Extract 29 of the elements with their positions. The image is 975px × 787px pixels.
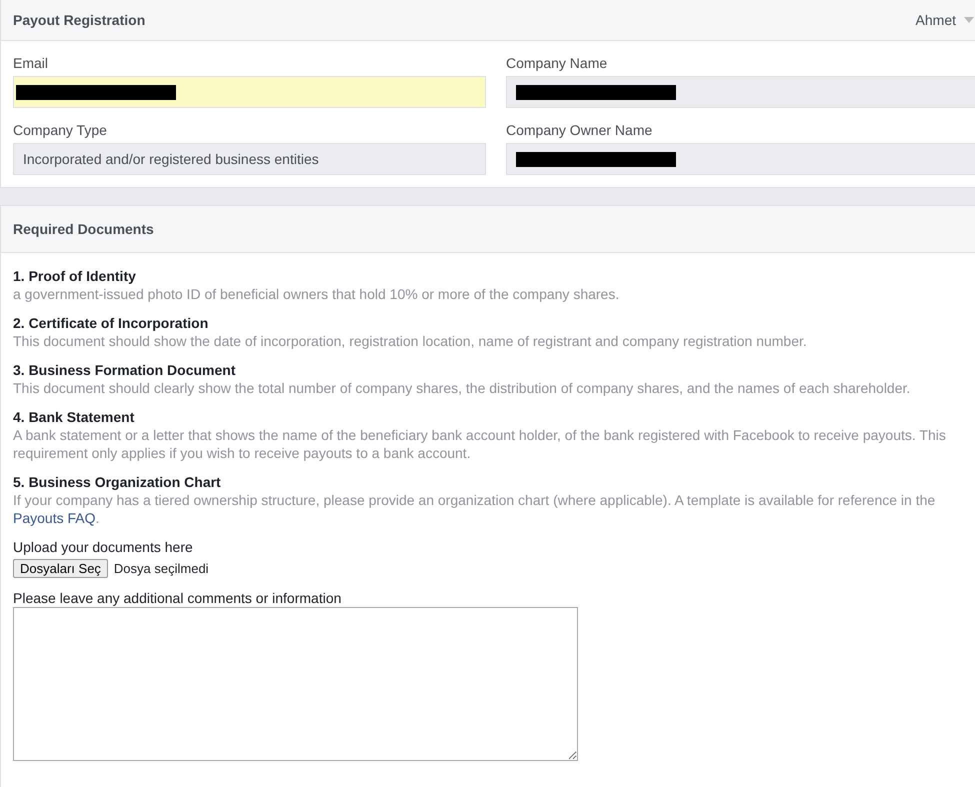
user-menu[interactable]: Ahmet bbox=[916, 12, 974, 28]
comments-field[interactable] bbox=[13, 607, 578, 761]
document-title: 1. Proof of Identity bbox=[13, 267, 137, 285]
input-field[interactable]: Incorporated and/or registered business entities bbox=[13, 143, 486, 175]
document-title: 2. Certificate of Incorporation bbox=[13, 314, 210, 332]
card-title: Required Documents bbox=[13, 221, 154, 237]
document-description: This document should show the date of incorporation, registration location, name of registrant and company registration number. bbox=[13, 332, 808, 350]
document-title: 3. Business Formation Document bbox=[13, 361, 236, 379]
choose-files-button[interactable]: Dosyaları Seç bbox=[13, 559, 108, 578]
field-value: Incorporated and/or registered business entities bbox=[23, 151, 319, 167]
input-field[interactable] bbox=[506, 76, 975, 108]
document-description: This document should clearly show the total number of company shares, the distribution of company shares, and the names of each shareholder. bbox=[13, 379, 912, 397]
document-description: a government-issued photo ID of beneficial owners that hold 10% or more of the company shares. bbox=[13, 285, 620, 303]
field-label: Company Owner Name bbox=[506, 122, 654, 138]
card-title: Payout Registration bbox=[13, 12, 146, 28]
document-title: 5. Business Organization Chart bbox=[13, 473, 222, 491]
field-label: Email bbox=[13, 55, 50, 71]
file-status: Dosya seçilmedi bbox=[114, 561, 209, 576]
field-label: Company Name bbox=[506, 55, 608, 71]
document-description: A bank statement or a letter that shows the name of the beneficiary bank account holder, of the bank registered with Facebook to receive payouts. This requirement only applies if you wish to receive payouts to a bank account. bbox=[13, 426, 947, 462]
input-field[interactable] bbox=[13, 76, 486, 108]
comments-label: Please leave any additional comments or information bbox=[13, 589, 342, 607]
upload-label: Upload your documents here bbox=[13, 538, 194, 556]
input-field[interactable] bbox=[506, 143, 975, 175]
field-label: Company Type bbox=[13, 122, 108, 138]
document-title: 4. Bank Statement bbox=[13, 408, 136, 426]
document-description: If your company has a tiered ownership structure, please provide an organization chart (where applicable). A template is available for reference in the Payouts FAQ. bbox=[13, 491, 936, 527]
faq-link[interactable]: Payouts FAQ bbox=[13, 510, 96, 526]
caret-icon bbox=[964, 17, 974, 23]
